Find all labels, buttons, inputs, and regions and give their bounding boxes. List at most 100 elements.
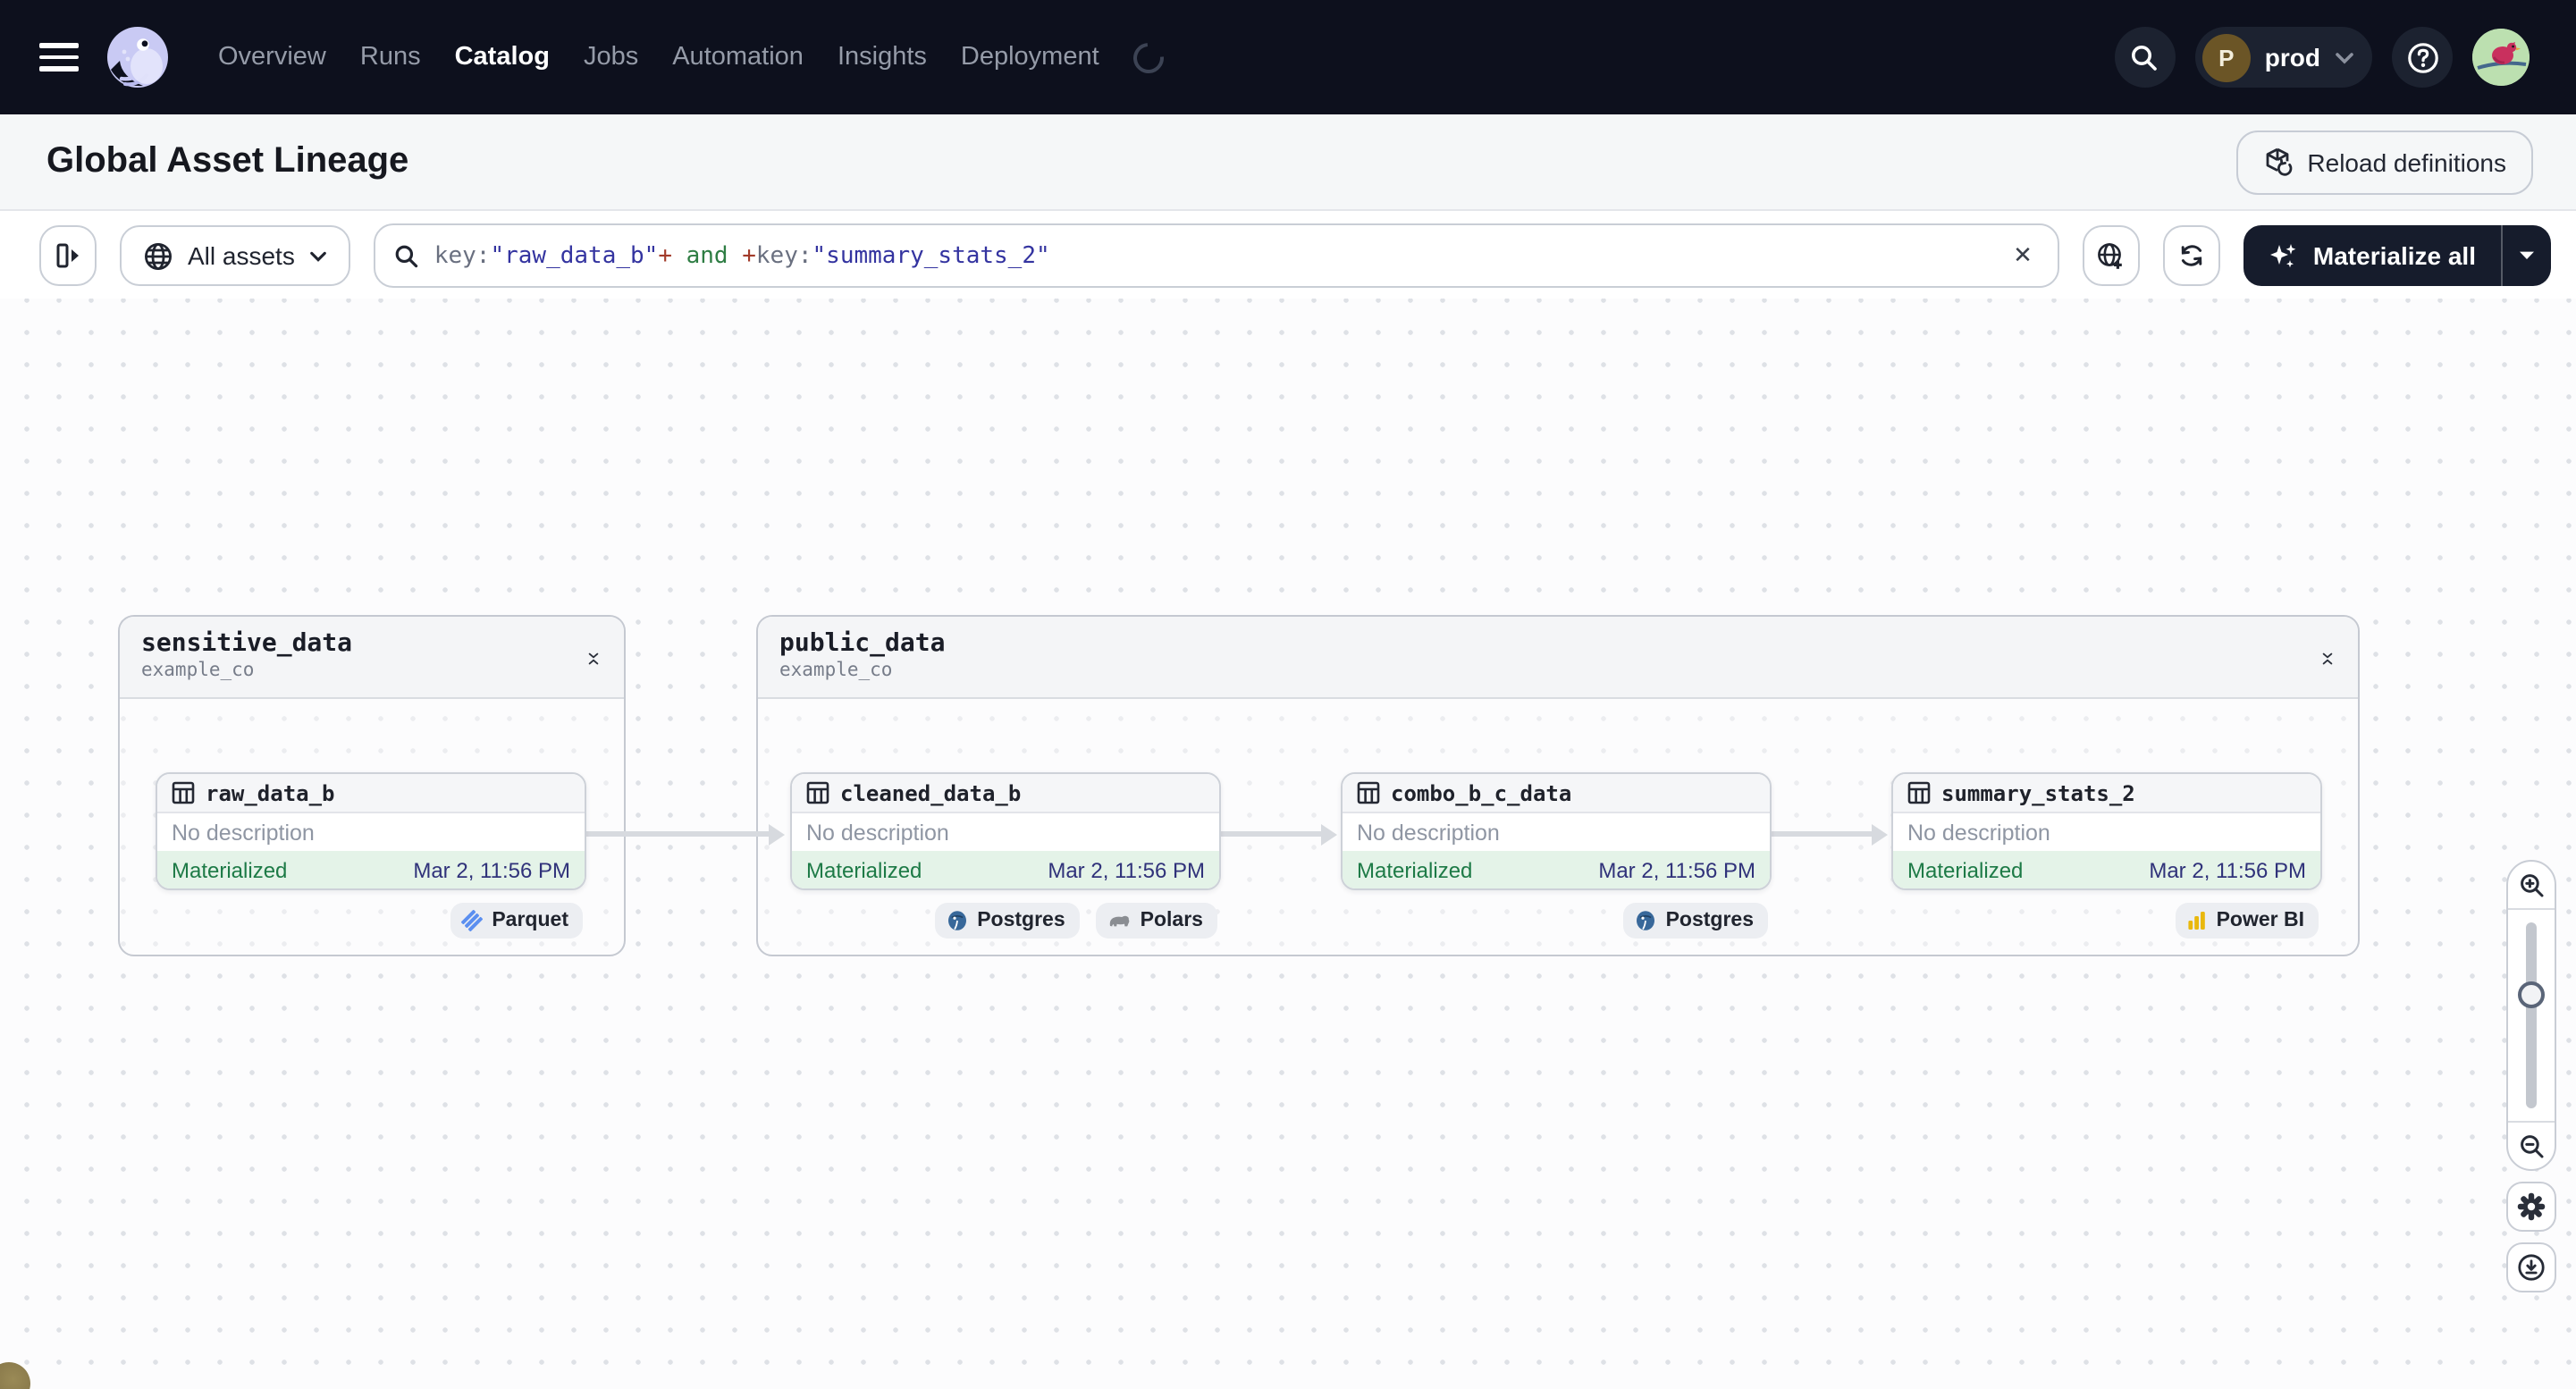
materialize-all-label: Materialize all <box>2312 241 2476 270</box>
group-header: sensitive_data example_co <box>120 617 624 699</box>
tag-power-bi[interactable]: Power BI <box>2175 903 2319 939</box>
zoom-out-button[interactable] <box>2508 1121 2555 1169</box>
asset-scope-dropdown[interactable]: All assets <box>120 225 350 286</box>
asset-description: No description <box>172 820 315 845</box>
dagster-logo[interactable] <box>104 23 172 91</box>
nav-item-jobs[interactable]: Jobs <box>584 43 638 72</box>
lineage-edge <box>585 823 785 845</box>
top-nav: Overview Runs Catalog Jobs Automation In… <box>0 0 2576 114</box>
asset-tags: Postgres Polars <box>790 903 1217 939</box>
nav-links: Overview Runs Catalog Jobs Automation In… <box>218 36 1170 79</box>
asset-node-raw-data-b[interactable]: raw_data_b No description Materialized M… <box>156 772 586 890</box>
asset-node-cleaned-data-b[interactable]: cleaned_data_b No description Materializ… <box>790 772 1221 890</box>
nav-item-deployment[interactable]: Deployment <box>961 43 1099 72</box>
asset-node-summary-stats-2[interactable]: summary_stats_2 No description Materiali… <box>1891 772 2322 890</box>
search-icon <box>2130 42 2160 72</box>
tag-parquet[interactable]: Parquet <box>450 903 583 939</box>
materialized-status: Materialized <box>172 857 288 882</box>
reload-definitions-button[interactable]: Reload definitions <box>2235 130 2533 194</box>
table-asset-icon <box>1357 781 1380 804</box>
gear-icon <box>2517 1192 2546 1221</box>
help-button[interactable] <box>2392 27 2453 88</box>
search-icon <box>393 242 420 269</box>
asset-name: summary_stats_2 <box>1941 780 2135 805</box>
postgres-icon <box>945 909 968 932</box>
tag-postgres[interactable]: Postgres <box>934 903 1080 939</box>
asset-status-row: Materialized Mar 2, 11:56 PM <box>1343 851 1770 888</box>
tag-label: Polars <box>1140 910 1203 931</box>
nav-left: Overview Runs Catalog Jobs Automation In… <box>0 23 1170 91</box>
table-asset-icon <box>1907 781 1931 804</box>
refresh-icon <box>2177 241 2206 270</box>
tag-postgres[interactable]: Postgres <box>1622 903 1768 939</box>
parquet-icon <box>461 910 484 931</box>
deployment-initial-badge: P <box>2201 33 2251 81</box>
materialize-all-button[interactable]: Materialize all <box>2243 225 2501 286</box>
graph-settings-button[interactable] <box>2506 1182 2556 1232</box>
export-button[interactable] <box>2506 1242 2556 1292</box>
zoom-slider[interactable] <box>2508 910 2555 1121</box>
zoom-slider-thumb[interactable] <box>2518 981 2545 1008</box>
search-button[interactable] <box>2114 27 2176 88</box>
asset-name: cleaned_data_b <box>840 780 1022 805</box>
tag-label: Parquet <box>492 910 568 931</box>
user-avatar[interactable] <box>2472 29 2530 86</box>
nav-item-catalog[interactable]: Catalog <box>455 43 550 72</box>
page-title: Global Asset Lineage <box>46 141 409 181</box>
asset-status-row: Materialized Mar 2, 11:56 PM <box>1893 851 2320 888</box>
materialize-options-button[interactable] <box>2501 225 2551 286</box>
nav-item-insights[interactable]: Insights <box>838 43 927 72</box>
nav-right: P prod <box>2114 27 2576 88</box>
tag-label: Postgres <box>977 910 1065 931</box>
asset-node-header: summary_stats_2 <box>1893 774 2320 813</box>
asset-name: raw_data_b <box>206 780 335 805</box>
materialized-status: Materialized <box>806 857 922 882</box>
postgres-icon <box>1634 909 1657 932</box>
zoom-in-button[interactable] <box>2508 862 2555 910</box>
deployment-name: prod <box>2264 43 2320 72</box>
group-header: public_data example_co <box>758 617 2358 699</box>
zoom-out-icon <box>2518 1132 2545 1159</box>
materialize-all-split-button: Materialize all <box>2243 225 2551 286</box>
add-to-catalog-view-button[interactable] <box>2082 225 2140 286</box>
download-icon <box>2517 1253 2546 1282</box>
asset-description: No description <box>1357 820 1500 845</box>
asset-node-header: cleaned_data_b <box>792 774 1219 813</box>
clear-filter-button[interactable]: ✕ <box>2006 238 2040 274</box>
table-asset-icon <box>806 781 829 804</box>
asset-tags: Parquet <box>156 903 583 939</box>
hamburger-menu-icon[interactable] <box>39 43 79 72</box>
dagster-app: Overview Runs Catalog Jobs Automation In… <box>0 0 2576 1389</box>
zoom-slider-track[interactable] <box>2526 922 2537 1108</box>
sparkles-icon <box>2269 240 2299 271</box>
chevron-down-icon <box>309 249 327 262</box>
asset-filter-input[interactable]: key:"raw_data_b"+ and +key:"summary_stat… <box>373 223 2059 288</box>
asset-description: No description <box>1907 820 2050 845</box>
tag-polars[interactable]: Polars <box>1095 903 1217 939</box>
deployment-switcher[interactable]: P prod <box>2194 27 2372 88</box>
lineage-canvas: sensitive_data example_co public_data ex… <box>0 299 2576 1389</box>
asset-node-combo-b-c-data[interactable]: combo_b_c_data No description Materializ… <box>1341 772 1772 890</box>
group-name: public_data <box>779 629 946 658</box>
nav-item-automation[interactable]: Automation <box>672 43 804 72</box>
reload-definitions-label: Reload definitions <box>2307 147 2506 176</box>
collapse-group-icon[interactable] <box>2311 640 2344 676</box>
nav-item-overview[interactable]: Overview <box>218 43 326 72</box>
tag-label: Power BI <box>2216 910 2304 931</box>
refresh-button[interactable] <box>2162 225 2220 286</box>
materialized-status: Materialized <box>1907 857 2024 882</box>
table-asset-icon <box>172 781 195 804</box>
asset-status-row: Materialized Mar 2, 11:56 PM <box>157 851 585 888</box>
title-bar: Global Asset Lineage Reload definitions <box>0 114 2576 211</box>
globe-plus-icon <box>2096 240 2126 271</box>
nav-item-runs[interactable]: Runs <box>360 43 421 72</box>
asset-scope-label: All assets <box>188 241 295 270</box>
materialization-timestamp: Mar 2, 11:56 PM <box>413 857 570 882</box>
materialized-status: Materialized <box>1357 857 1473 882</box>
group-name: sensitive_data <box>141 629 353 658</box>
zoom-in-icon <box>2518 871 2545 898</box>
group-code-location: example_co <box>779 660 893 681</box>
chevron-down-icon <box>2335 51 2354 63</box>
open-side-panel-button[interactable] <box>39 225 97 286</box>
collapse-group-icon[interactable] <box>577 640 610 676</box>
